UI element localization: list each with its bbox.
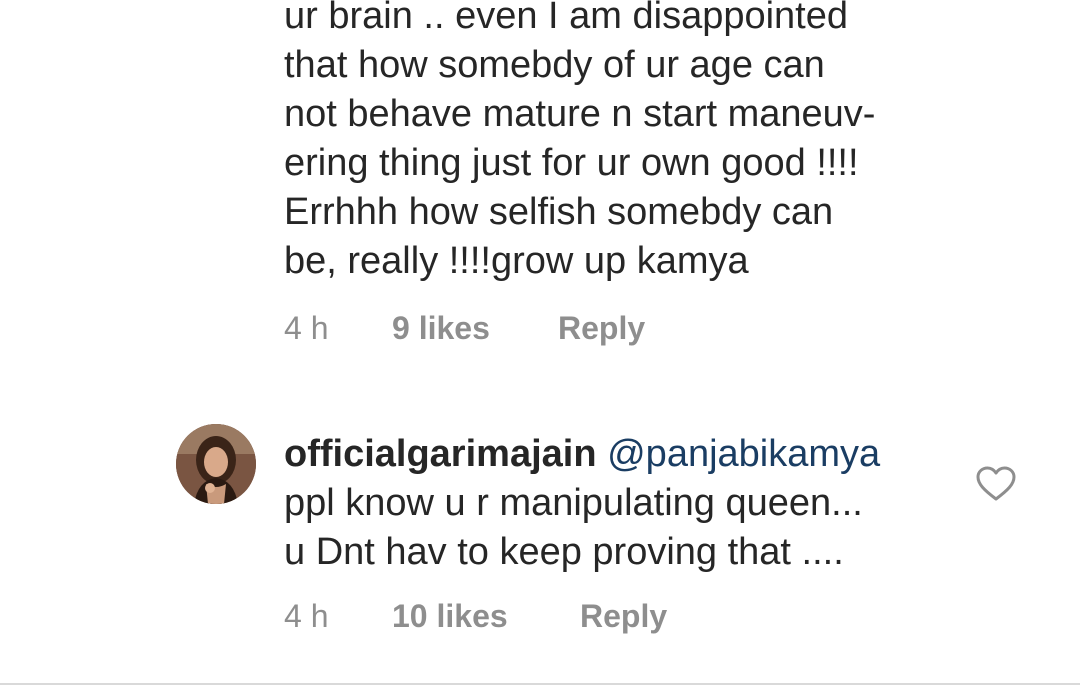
username-link[interactable]: officialgarimajain xyxy=(284,433,597,475)
comment-body: officialgarimajain @panjabikamya ppl kno… xyxy=(284,430,984,577)
comment-line: ering thing just for ur own good !!!! xyxy=(284,142,859,184)
avatar-photo xyxy=(176,424,256,504)
comment-line: that how somebdy of ur age can xyxy=(284,44,825,86)
comments-thread: ur brain .. even I am disappointed that … xyxy=(0,0,1080,685)
avatar[interactable] xyxy=(176,424,256,504)
comment-line: not behave mature n start maneuv- xyxy=(284,93,876,135)
comment-line: ppl know u r manipulating queen... xyxy=(284,482,863,524)
comment-line: u Dnt hav to keep proving that .... xyxy=(284,531,844,573)
comment-header-line: officialgarimajain @panjabikamya xyxy=(284,430,984,479)
likes-count-button[interactable]: 10 likes xyxy=(392,598,508,635)
reply-button[interactable]: Reply xyxy=(558,310,645,347)
mention-link[interactable]: @panjabikamya xyxy=(607,433,880,475)
comment-line: ur brain .. even I am disappointed xyxy=(284,0,849,37)
comment-line: be, really !!!!grow up kamya xyxy=(284,240,749,282)
comment-line: Errhhh how selfish somebdy can xyxy=(284,191,834,233)
comment-body: ur brain .. even I am disappointed that … xyxy=(284,0,984,286)
comment-timestamp: 4 h xyxy=(284,598,329,634)
likes-count-button[interactable]: 9 likes xyxy=(392,310,490,347)
comment-timestamp: 4 h xyxy=(284,310,329,346)
reply-button[interactable]: Reply xyxy=(580,598,667,635)
heart-outline-icon[interactable] xyxy=(976,466,1016,502)
